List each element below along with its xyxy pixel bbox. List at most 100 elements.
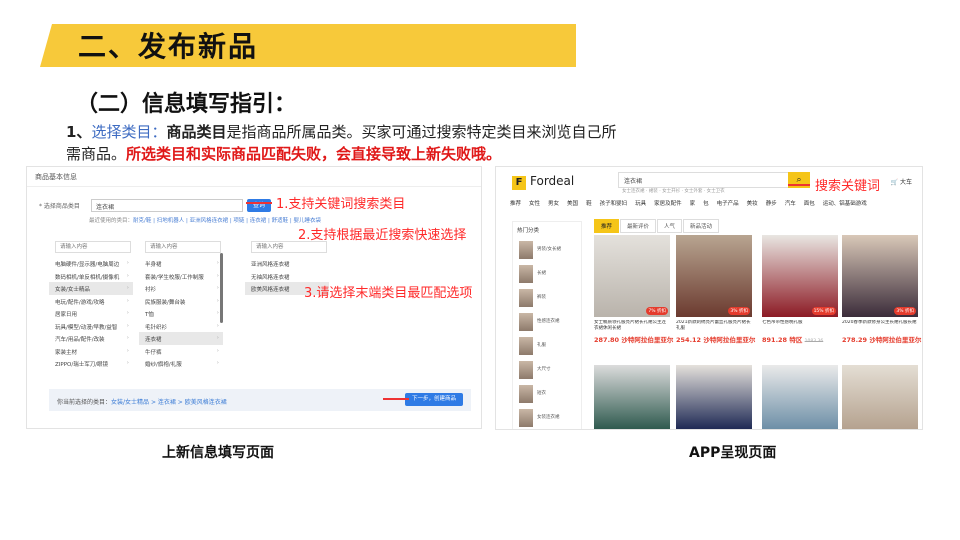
category-item[interactable]: 亚洲风格连衣裙 (245, 257, 329, 270)
category-item[interactable]: 电脑硬件/显示器/电脑周边 › (49, 257, 133, 270)
category-item[interactable]: ZIPPO/瑞士军刀/眼镜 › (49, 357, 133, 370)
hot-search-words[interactable]: 女士连衣裙 · 裙装 · 女士开衫 · 女士外套 · 女士卫衣 (622, 188, 725, 194)
caption-right: APP呈现页面 (689, 445, 777, 461)
category-item[interactable]: 电玩/配件/游戏/攻略 › (49, 295, 133, 308)
annotation-arrow-next (383, 398, 409, 400)
product-card[interactable]: 3% 折扣 2020春季新款修身公主长裙礼服长裙 278.29 沙特阿拉伯里亚尔 (842, 235, 921, 344)
nav-item[interactable]: 鞋 (586, 201, 592, 207)
cart-icon[interactable]: 🛒 大车 (891, 177, 912, 186)
product-card[interactable] (842, 365, 918, 429)
category-item[interactable]: 半身裙 › (139, 257, 223, 270)
column-1-filter-input[interactable] (55, 241, 131, 253)
category-thumbnail (519, 289, 533, 307)
sidebar-category-item[interactable]: 长裙 (513, 262, 581, 286)
product-card[interactable] (594, 365, 670, 429)
app-screenshot: F Fordeal 连衣裙 ⌕ 女士连衣裙 · 裙装 · 女士开衫 · 女士外套 … (495, 166, 923, 430)
tab-reviews[interactable]: 最新评价 (620, 219, 657, 233)
selected-path: 女装/女士精品 > 连衣裙 > 欧美风格连衣裙 (111, 399, 227, 406)
category-item[interactable]: 套装/学生校服/工作制服 › (139, 270, 223, 283)
next-create-button[interactable]: 下一步，创建商品 (405, 393, 463, 406)
product-card[interactable] (676, 365, 752, 429)
intro-heading: 选择类目： (91, 123, 167, 141)
product-image: 7% 折扣 (594, 235, 670, 317)
product-card[interactable]: 3% 折扣 2021新款刺绣亮片蕾丝礼服亮片裙长礼服 254.12 沙特阿拉伯里… (676, 235, 755, 344)
form-header: 商品基本信息 (27, 167, 481, 187)
annotation-arrow-search (788, 184, 810, 186)
tab-new[interactable]: 新品活动 (683, 219, 720, 233)
nav-item[interactable]: 美妆 (747, 201, 758, 207)
nav-item[interactable]: 运动、铝基础游戏 (823, 201, 867, 207)
nav-item[interactable]: 玩具 (635, 201, 646, 207)
nav-item[interactable]: 电子产品 (717, 201, 739, 207)
sidebar-category-item[interactable]: 裤装 (513, 286, 581, 310)
intro-term: 商品类目 (166, 123, 227, 141)
tab-popular[interactable]: 人气 (657, 219, 683, 233)
category-nav: 推荐 女性 男女 美国 鞋 孩子和婴妇 玩具 家居及配件 家 包 电子产品 美妆 静步 汽车 面包 运动、铝基… (510, 199, 875, 207)
product-image: 3% 折扣 (676, 235, 752, 317)
app-search-input[interactable]: 连衣裙 (618, 172, 810, 188)
category-item[interactable]: 家装主材 › (49, 345, 133, 358)
product-card[interactable]: 7% 折扣 女士桶质领礼服亮片裙长礼裙公主连衣裙休闲长裙 287.80 沙特阿拉… (594, 235, 673, 344)
product-image (762, 365, 838, 429)
fordeal-logo[interactable]: F Fordeal (512, 174, 574, 190)
category-item[interactable]: 居家日用 › (49, 307, 133, 320)
annotation-leaf-category: 3.请选择末端类目最匹配选项 (304, 286, 473, 301)
category-item[interactable]: 无袖风格连衣裙 (245, 270, 329, 283)
category-thumbnail (519, 409, 533, 427)
column-2-scrollbar[interactable] (220, 253, 223, 323)
nav-item[interactable]: 推荐 (510, 201, 521, 207)
sidebar-title: 热门分类 (517, 228, 540, 234)
nav-item[interactable]: 汽车 (785, 201, 796, 207)
nav-item[interactable]: 静步 (766, 201, 777, 207)
category-item[interactable]: 衬衫 › (139, 282, 223, 295)
category-item[interactable]: 玩具/模型/动漫/早教/益智 › (49, 320, 133, 333)
product-card[interactable]: 15% 折扣 七色吊带性感晚礼服 891.28 特区 1083.36 (762, 235, 838, 344)
category-item[interactable]: 婚纱/旗袍/礼服 › (139, 357, 223, 370)
nav-item[interactable]: 包 (703, 201, 709, 207)
category-item[interactable]: 毛针织衫 › (139, 320, 223, 333)
category-search-button[interactable]: 查询 (247, 199, 271, 212)
recent-links[interactable]: 耐克/鞋 | 扫地机器人 | 亚洲风格连衣裙 | 项链 | 连衣裙 | 舒适鞋 … (133, 218, 321, 224)
intro-number: 1、 (66, 123, 92, 141)
category-item-selected[interactable]: 连衣裙 › (139, 332, 223, 345)
sidebar-category-item[interactable]: 大尺寸 (513, 358, 581, 382)
category-search-input[interactable]: 连衣裙 (91, 199, 243, 212)
section-subtitle: （二）信息填写指引： (76, 91, 297, 117)
category-item[interactable]: 民族服装/舞台装 › (139, 295, 223, 308)
category-thumbnail (519, 313, 533, 331)
category-thumbnail (519, 337, 533, 355)
nav-item[interactable]: 女性 (529, 201, 540, 207)
category-item[interactable]: 数码相机/单反相机/摄像机 › (49, 270, 133, 283)
sidebar-category-item[interactable]: 男装/女长裙 (513, 238, 581, 262)
nav-item[interactable]: 孩子和婴妇 (600, 201, 628, 207)
column-2-filter-input[interactable] (145, 241, 221, 253)
category-thumbnail (519, 361, 533, 379)
sidebar-category-item[interactable]: 女装连衣裙 (513, 406, 581, 429)
product-card[interactable] (762, 365, 838, 429)
nav-item[interactable]: 家 (690, 201, 696, 207)
recent-label: 最近使用的类目： (89, 218, 134, 224)
category-item[interactable]: T恤 › (139, 307, 223, 320)
category-column-1: 电脑硬件/显示器/电脑周边› 数码相机/单反相机/摄像机› 女装/女士精品› 电… (49, 233, 133, 383)
nav-item[interactable]: 家居及配件 (654, 201, 682, 207)
product-image (676, 365, 752, 429)
sidebar-category-item[interactable]: 短衣 (513, 382, 581, 406)
category-item[interactable]: 牛仔裤 › (139, 345, 223, 358)
tab-recommend[interactable]: 推荐 (594, 219, 620, 233)
annotation-recent-search: 2.支持根据最近搜索快速选择 (298, 228, 467, 243)
category-item[interactable]: 汽车/用品/配件/改装 › (49, 332, 133, 345)
sort-tabs: 推荐 最新评价 人气 新品活动 (594, 219, 720, 233)
nav-item[interactable]: 面包 (804, 201, 815, 207)
sidebar-category-item[interactable]: 性感连衣裙 (513, 310, 581, 334)
caption-left: 上新信息填写页面 (162, 445, 274, 461)
nav-item[interactable]: 美国 (567, 201, 578, 207)
intro-paragraph: 1、选择类目：商品类目是指商品所属品类。买家可通过搜索特定类目来浏览自己所需商品… (66, 121, 626, 165)
nav-item[interactable]: 男女 (548, 201, 559, 207)
selected-category-bar: 你当前选择的类目：女装/女士精品 > 连衣裙 > 欧美风格连衣裙 下一步，创建商… (49, 389, 471, 411)
category-item-selected[interactable]: 女装/女士精品 › (49, 282, 133, 295)
category-thumbnail (519, 265, 533, 283)
product-image: 3% 折扣 (842, 235, 918, 317)
recent-categories: 最近使用的类目：耐克/鞋 | 扫地机器人 | 亚洲风格连衣裙 | 项链 | 连衣… (89, 216, 321, 224)
sidebar-category-item[interactable]: 礼服 (513, 334, 581, 358)
category-columns: 电脑硬件/显示器/电脑周边› 数码相机/单反相机/摄像机› 女装/女士精品› 电… (49, 233, 331, 383)
